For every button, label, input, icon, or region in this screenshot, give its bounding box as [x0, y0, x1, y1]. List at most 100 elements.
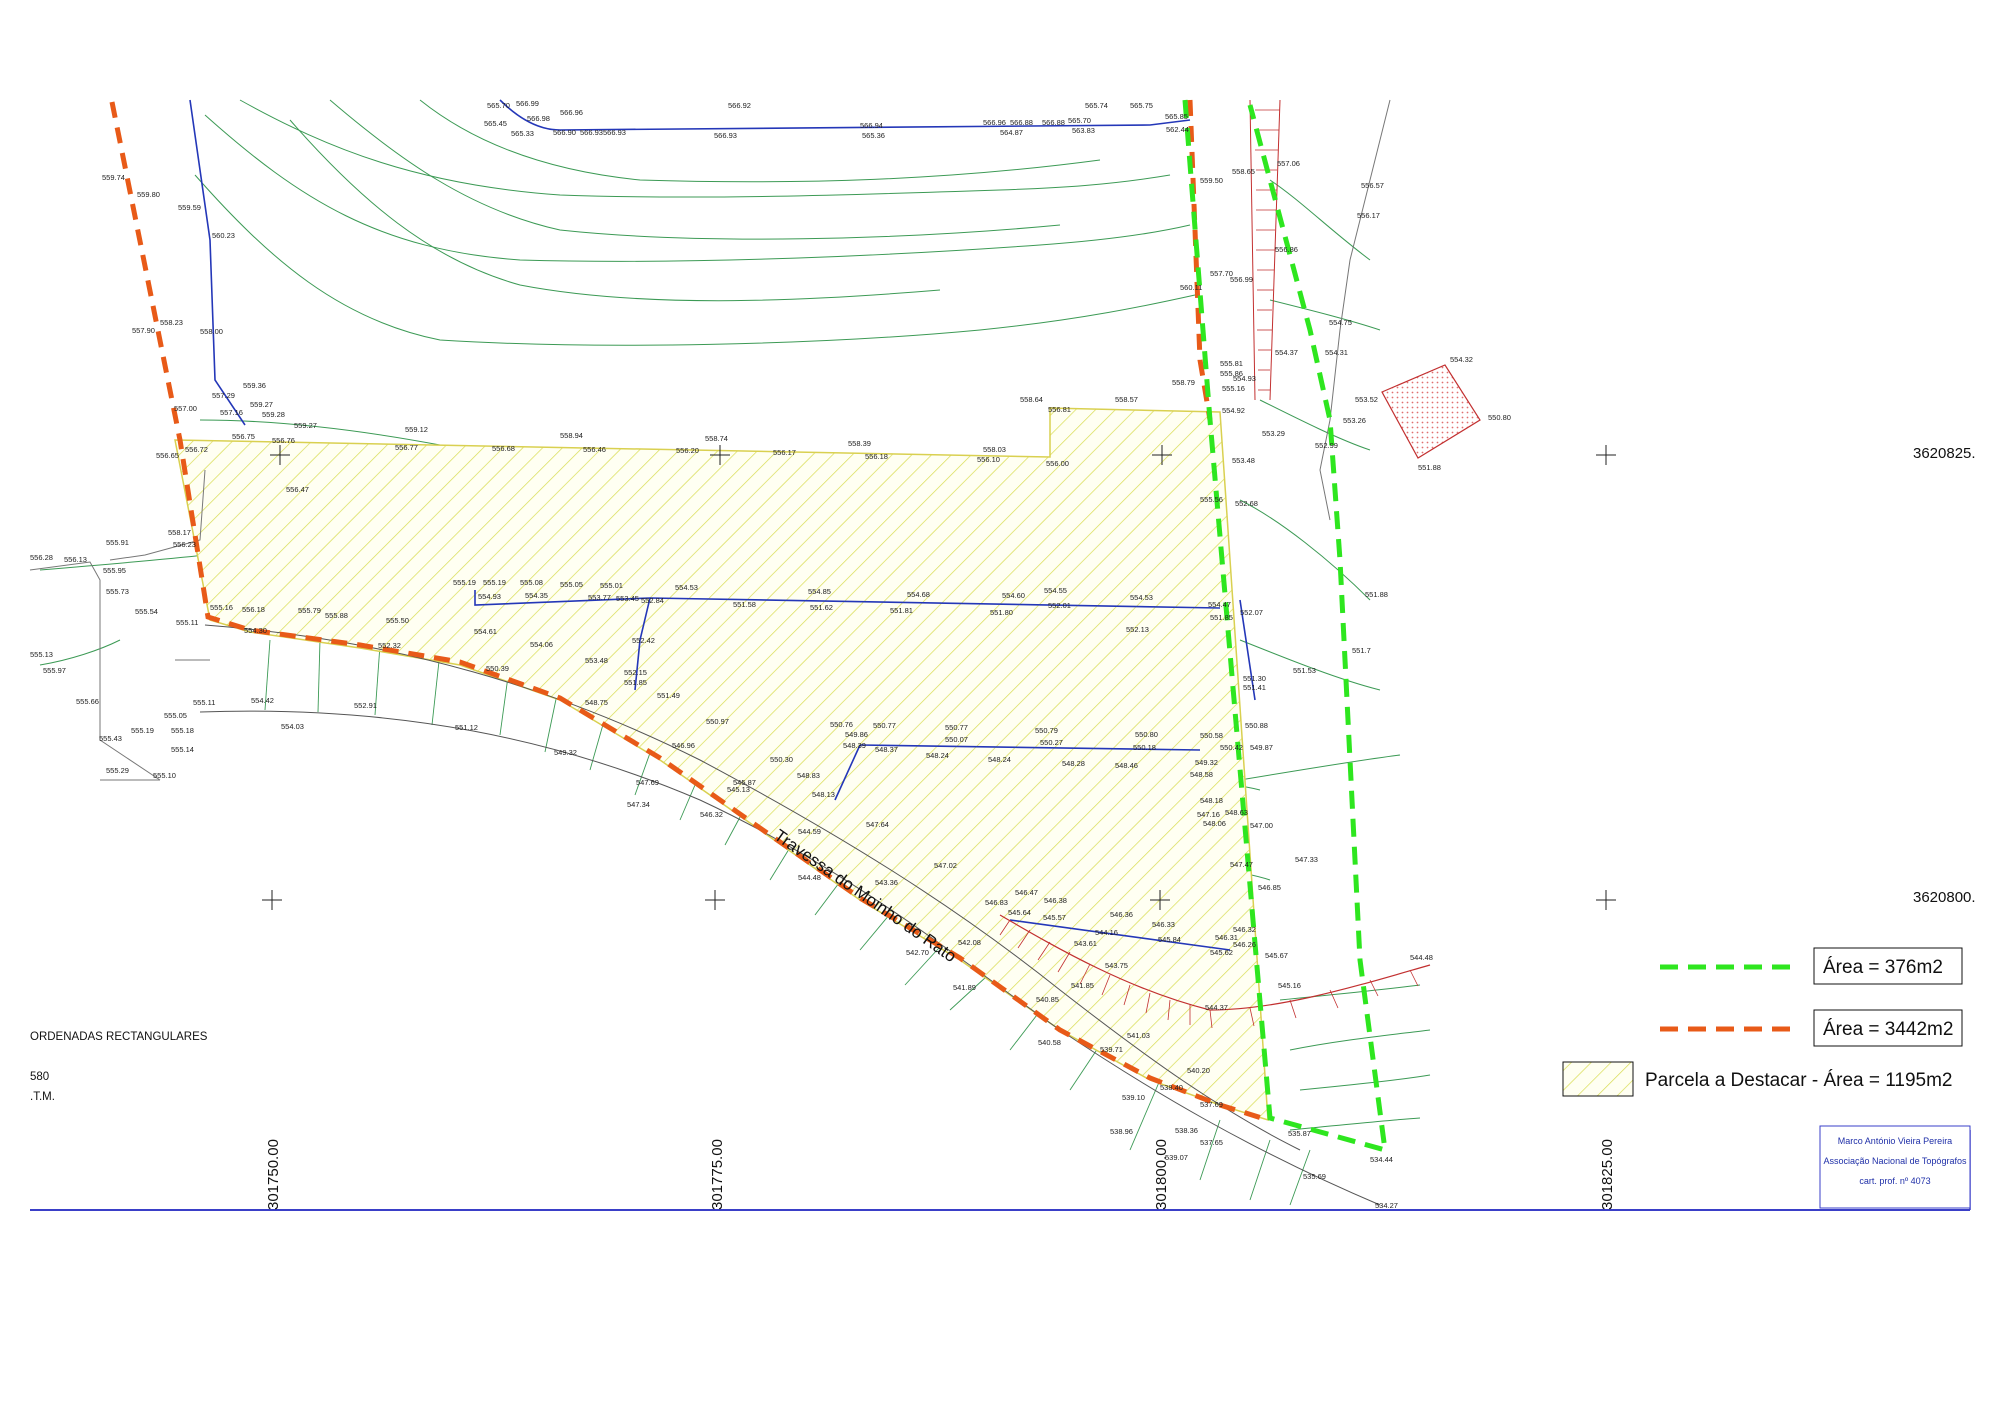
elevation-label: 551.58: [733, 600, 756, 609]
elevation-label: 555.11: [193, 698, 215, 707]
elevation-label: 556.65: [156, 451, 179, 460]
elevation-label: 559.80: [137, 190, 160, 199]
elevation-label: 551.88: [1365, 590, 1388, 599]
elevation-label: 548.13: [812, 790, 835, 799]
elevation-label: 551.7: [1352, 646, 1371, 655]
elevation-label: 546.32: [700, 810, 723, 819]
elevation-label: 556.13: [64, 555, 87, 564]
elevation-label: 550.07: [945, 735, 968, 744]
elevation-label: 555.16: [1222, 384, 1245, 393]
elevation-label: 555.19: [483, 578, 506, 587]
elevation-label: 554.93: [478, 592, 501, 601]
elevation-label: 554.37: [1275, 348, 1298, 357]
elevation-label: 554.53: [675, 583, 698, 592]
elevation-label: 546.85: [1258, 883, 1281, 892]
elevation-label: 554.03: [281, 722, 304, 731]
credit-association: Associação Nacional de Topógrafos: [1824, 1156, 1967, 1166]
elevation-label: 549.32: [554, 748, 577, 757]
elevation-label: 556.18: [865, 452, 888, 461]
elevation-label: 540.85: [1036, 995, 1059, 1004]
elevation-label: 553.52: [1355, 395, 1378, 404]
elevation-label: 545.84: [1158, 935, 1181, 944]
elevation-label: 565.33: [511, 129, 534, 138]
y-coordinate-label: 3620800.: [1913, 889, 1976, 906]
elevation-label: 547.00: [1250, 821, 1273, 830]
elevation-label: 544.16: [1095, 928, 1118, 937]
elevation-label: 566.98: [527, 114, 550, 123]
elevation-label: 551.88: [1418, 463, 1441, 472]
elevation-label: 554.93: [1233, 374, 1256, 383]
elevation-label: 555.88: [325, 611, 348, 620]
elevation-label: 565.36: [862, 131, 885, 140]
elevation-label: 555.43: [99, 734, 122, 743]
elevation-label: 555.79: [298, 606, 321, 615]
elevation-label: 556.81: [1048, 405, 1071, 414]
credit-name: Marco António Vieira Pereira: [1838, 1136, 1952, 1146]
elevation-label: 555.08: [520, 578, 543, 587]
elevation-label: 546.96: [672, 741, 695, 750]
coordinate-notes: ORDENADAS RECTANGULARES 580 .T.M.: [30, 1031, 208, 1103]
elevation-label: 555.13: [30, 650, 53, 659]
elevation-label: 566.94: [860, 121, 883, 130]
elevation-label: 551.49: [657, 691, 680, 700]
elevation-label: 541.89: [953, 983, 976, 992]
elevation-label: 560.11: [1180, 283, 1202, 292]
elevation-label: 559.27: [294, 421, 317, 430]
elevation-label: 547.34: [627, 800, 650, 809]
elevation-label: 555.11: [176, 618, 198, 627]
elevation-label: 545.57: [1043, 913, 1066, 922]
topographic-survey-map: 565.70 566.99 566.96 566.92 565.74 565.7…: [29, 99, 1976, 1211]
elevation-label: 553.45: [616, 594, 639, 603]
elevation-label: 555.50: [386, 616, 409, 625]
elevation-label: 541.85: [1071, 981, 1094, 990]
elevation-label: 555.01: [600, 581, 623, 590]
elevation-label: 548.39: [843, 741, 866, 750]
elevation-label: 539.71: [1100, 1045, 1123, 1054]
elevation-label: 551.53: [1293, 666, 1316, 675]
legend-green-label: Área = 376m2: [1823, 957, 1943, 978]
elevation-label: 550.30: [770, 755, 793, 764]
elevation-label: 557.06: [1277, 159, 1300, 168]
elevation-label: 543.61: [1074, 939, 1097, 948]
elevation-label: 554.55: [1044, 586, 1067, 595]
elevation-label: 558.00: [200, 327, 223, 336]
elevation-label: 538.96: [1110, 1127, 1133, 1136]
elevation-label: 556.99: [1230, 275, 1253, 284]
elevation-label: 548.58: [1190, 770, 1213, 779]
elevation-label: 558.23: [160, 318, 183, 327]
elevation-label: 565.70: [487, 101, 510, 110]
elevation-label: 558.64: [1020, 395, 1043, 404]
elevation-label: 554.75: [1329, 318, 1352, 327]
elevation-label: 556.86: [1275, 245, 1298, 254]
elevation-label: 558.17: [168, 528, 191, 537]
elevation-label: 556.77: [395, 443, 418, 452]
elevation-label: 550.27: [1040, 738, 1063, 747]
elevation-label: 556.28: [30, 553, 53, 562]
elevation-label: 550.88: [1245, 721, 1268, 730]
elevation-label: 546.38: [1044, 896, 1067, 905]
elevation-label: 556.57: [1361, 181, 1384, 190]
elevation-label: 534.27: [1375, 1201, 1398, 1210]
elevation-label: 557.90: [132, 326, 155, 335]
elevation-label: 565.70: [1068, 116, 1091, 125]
elevation-label: 544.48: [1410, 953, 1433, 962]
elevation-label: 545.64: [1008, 908, 1031, 917]
elevation-label: 566.88: [1042, 118, 1065, 127]
elevation-label: 552.84: [641, 596, 664, 605]
elevation-label: 548.63: [1225, 808, 1248, 817]
elevation-label: 551.80: [990, 608, 1013, 617]
elevation-label: 553.48: [585, 656, 608, 665]
elevation-label: 554.53: [1130, 593, 1153, 602]
elevation-label: 565.45: [484, 119, 507, 128]
elevation-label: 565.74: [1085, 101, 1108, 110]
elevation-label: 546.83: [985, 898, 1008, 907]
elevation-label: 566.99: [516, 99, 539, 108]
elevation-label: 538.36: [1175, 1126, 1198, 1135]
elevation-label: 552.32: [378, 641, 401, 650]
elevation-label: 555.18: [171, 726, 194, 735]
elevation-label: 548.18: [1200, 796, 1223, 805]
elevation-label: 554.68: [907, 590, 930, 599]
elevation-label: 551.12: [455, 723, 478, 732]
elevation-label: 550.97: [706, 717, 729, 726]
elevation-label: 553.48: [1232, 456, 1255, 465]
